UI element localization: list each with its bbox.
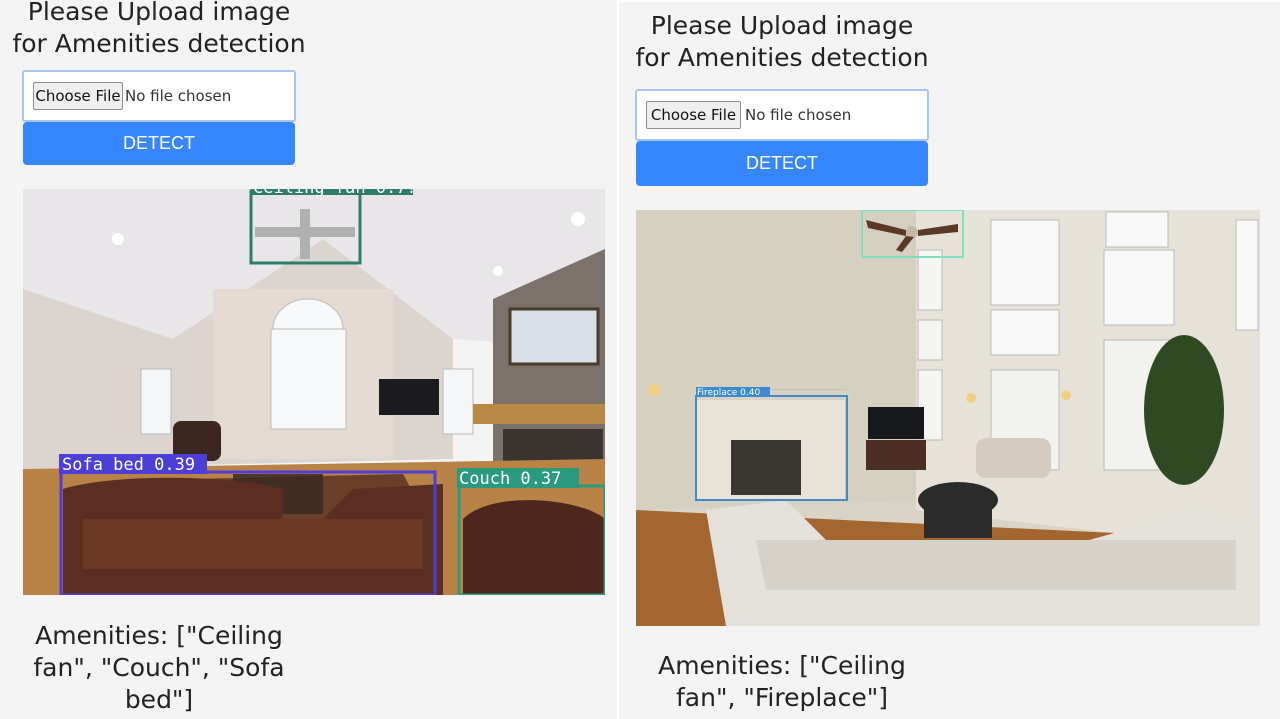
detection-label-sofa-bed: Sofa bed 0.39 (62, 455, 195, 475)
page-title: Please Upload image for Amenities detect… (0, 0, 318, 60)
title-line-1: Please Upload image (27, 0, 291, 26)
amenities-result: Amenities: ["Ceiling fan", "Couch", "Sof… (20, 620, 298, 716)
title-line-2: for Amenities detection (635, 43, 929, 72)
choose-file-button[interactable]: Choose File (646, 101, 741, 129)
detection-label-couch: Couch 0.37 (459, 469, 561, 489)
page-title: Please Upload image for Amenities detect… (619, 10, 945, 74)
file-input[interactable]: Choose File No file chosen (22, 70, 296, 122)
choose-file-button[interactable]: Choose File (33, 82, 123, 110)
title-line-2: for Amenities detection (12, 29, 306, 58)
amenities-line-1: Amenities: ["Ceiling (35, 621, 283, 650)
file-status-text: No file chosen (745, 106, 852, 124)
detection-label-ceiling-fan: Ceiling fan 0.7? (253, 189, 417, 198)
detect-button[interactable]: DETECT (636, 141, 928, 186)
result-image: Fireplace 0.40 (636, 210, 1260, 626)
detection-label-fireplace: Fireplace 0.40 (697, 388, 760, 398)
amenities-result: Amenities: ["Ceiling fan", "Fireplace"] (647, 650, 917, 714)
file-status-text: No file chosen (125, 87, 232, 105)
living-room-photo: Fireplace 0.40 (636, 210, 1260, 626)
detect-button[interactable]: DETECT (23, 122, 295, 165)
amenities-line-2: fan", "Fireplace"] (676, 683, 888, 712)
result-image: Ceiling fan 0.7? Sofa bed 0.39 Couch 0.3… (23, 189, 605, 595)
left-panel: Please Upload image for Amenities detect… (0, 0, 617, 719)
amenities-line-2: fan", "Couch", "Sofa (33, 653, 285, 682)
file-input[interactable]: Choose File No file chosen (635, 89, 929, 141)
amenities-line-1: Amenities: ["Ceiling (658, 651, 906, 680)
living-room-photo: Ceiling fan 0.7? Sofa bed 0.39 Couch 0.3… (23, 189, 605, 595)
amenities-line-3: bed"] (124, 685, 194, 714)
title-line-1: Please Upload image (650, 11, 914, 40)
right-panel: Please Upload image for Amenities detect… (619, 2, 1280, 719)
